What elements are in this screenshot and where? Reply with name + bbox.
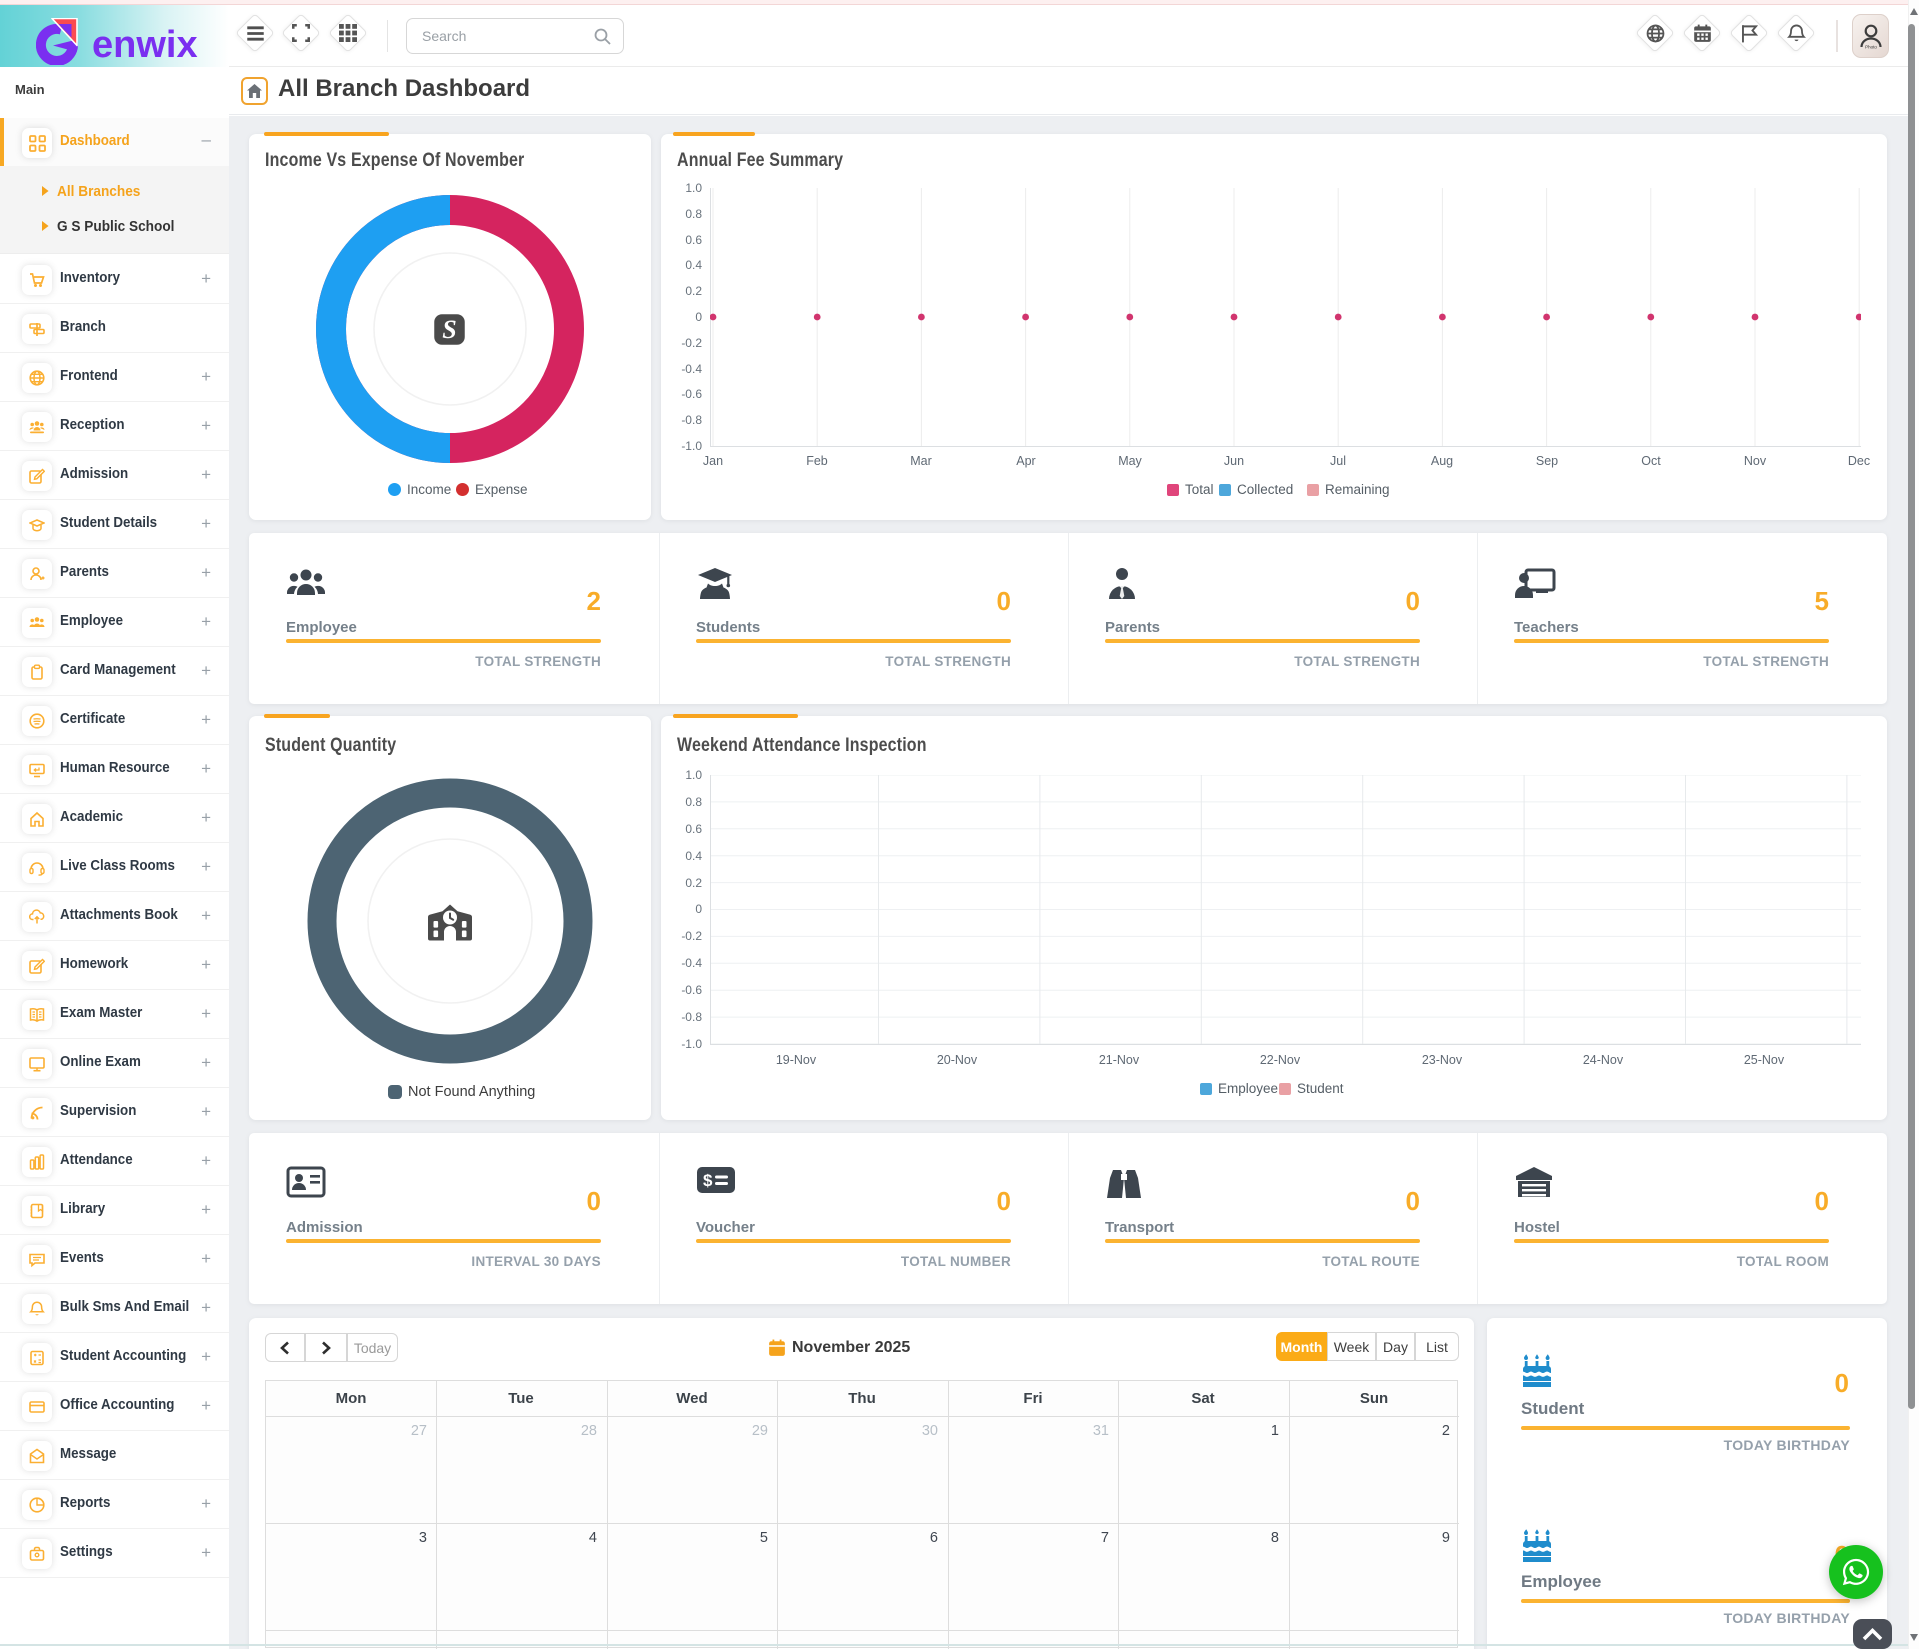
svg-text:Photo: Photo [1865,45,1877,50]
svg-text:$: $ [703,1171,713,1190]
svg-text:enwix: enwix [92,24,198,65]
svg-text:S: S [442,315,456,344]
